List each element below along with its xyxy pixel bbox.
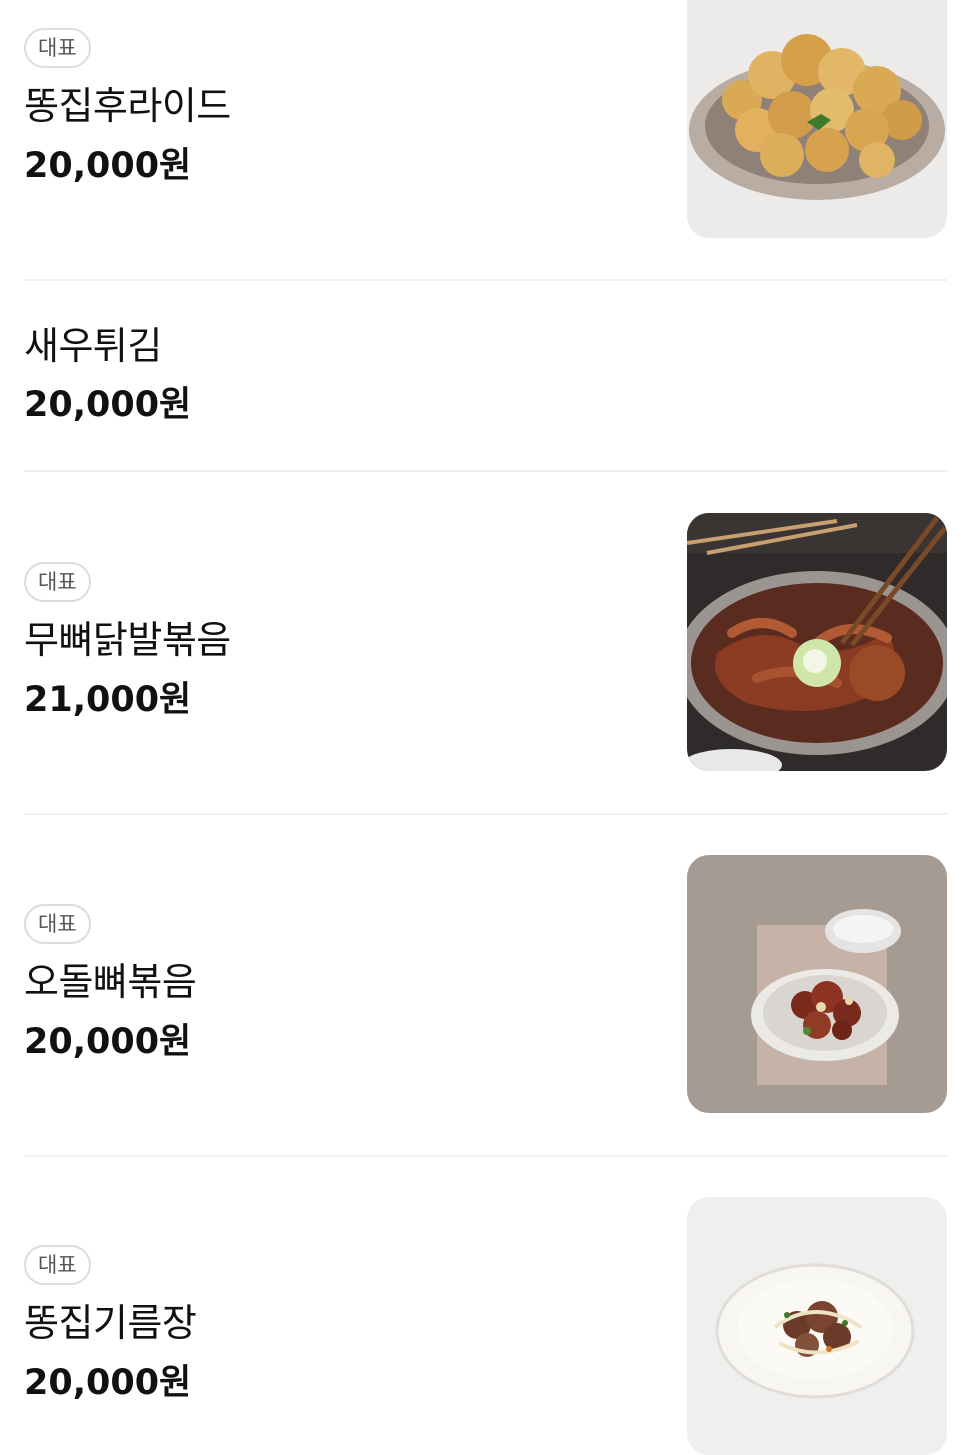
boneless-chicken-feet-image [687, 513, 947, 771]
menu-item-name: 새우튀김 [24, 324, 162, 368]
signature-badge: 대표 [24, 562, 91, 602]
fried-gizzard-image [687, 0, 947, 238]
boneless-chicken-feet-photo[interactable] [687, 513, 947, 771]
menu-item-boneless-chicken-feet[interactable]: 대표 무뼈닭발볶음 21,000원 [0, 472, 966, 812]
stir-fried-cartilage-photo[interactable] [687, 855, 947, 1113]
menu-item-price: 20,000원 [24, 146, 192, 186]
menu-list: 대표 똥집후라이드 20,000원 새우튀김 20,000원 대표 무뼈닭발볶음… [0, 0, 966, 1455]
stir-fried-cartilage-image [687, 855, 947, 1113]
menu-item-fried-shrimp[interactable]: 새우튀김 20,000원 [0, 281, 966, 471]
menu-item-price: 20,000원 [24, 1022, 192, 1062]
menu-item-price: 20,000원 [24, 385, 192, 425]
signature-badge: 대표 [24, 904, 91, 944]
signature-badge: 대표 [24, 28, 91, 68]
menu-item-price: 21,000원 [24, 680, 192, 720]
gizzard-oil-sauce-image [687, 1197, 947, 1455]
fried-gizzard-photo[interactable] [687, 0, 947, 238]
menu-item-name: 똥집후라이드 [24, 84, 231, 128]
menu-item-name: 똥집기름장 [24, 1301, 197, 1345]
gizzard-oil-sauce-photo[interactable] [687, 1197, 947, 1455]
menu-item-name: 무뼈닭발볶음 [24, 618, 231, 662]
menu-item-price: 20,000원 [24, 1363, 192, 1403]
menu-item-gizzard-oil-sauce[interactable]: 대표 똥집기름장 20,000원 [0, 1157, 966, 1455]
menu-item-fried-gizzard[interactable]: 대표 똥집후라이드 20,000원 [0, 0, 966, 280]
signature-badge: 대표 [24, 1245, 91, 1285]
menu-item-stir-fried-cartilage[interactable]: 대표 오돌뼈볶음 20,000원 [0, 815, 966, 1155]
menu-item-name: 오돌뼈볶음 [24, 960, 197, 1004]
